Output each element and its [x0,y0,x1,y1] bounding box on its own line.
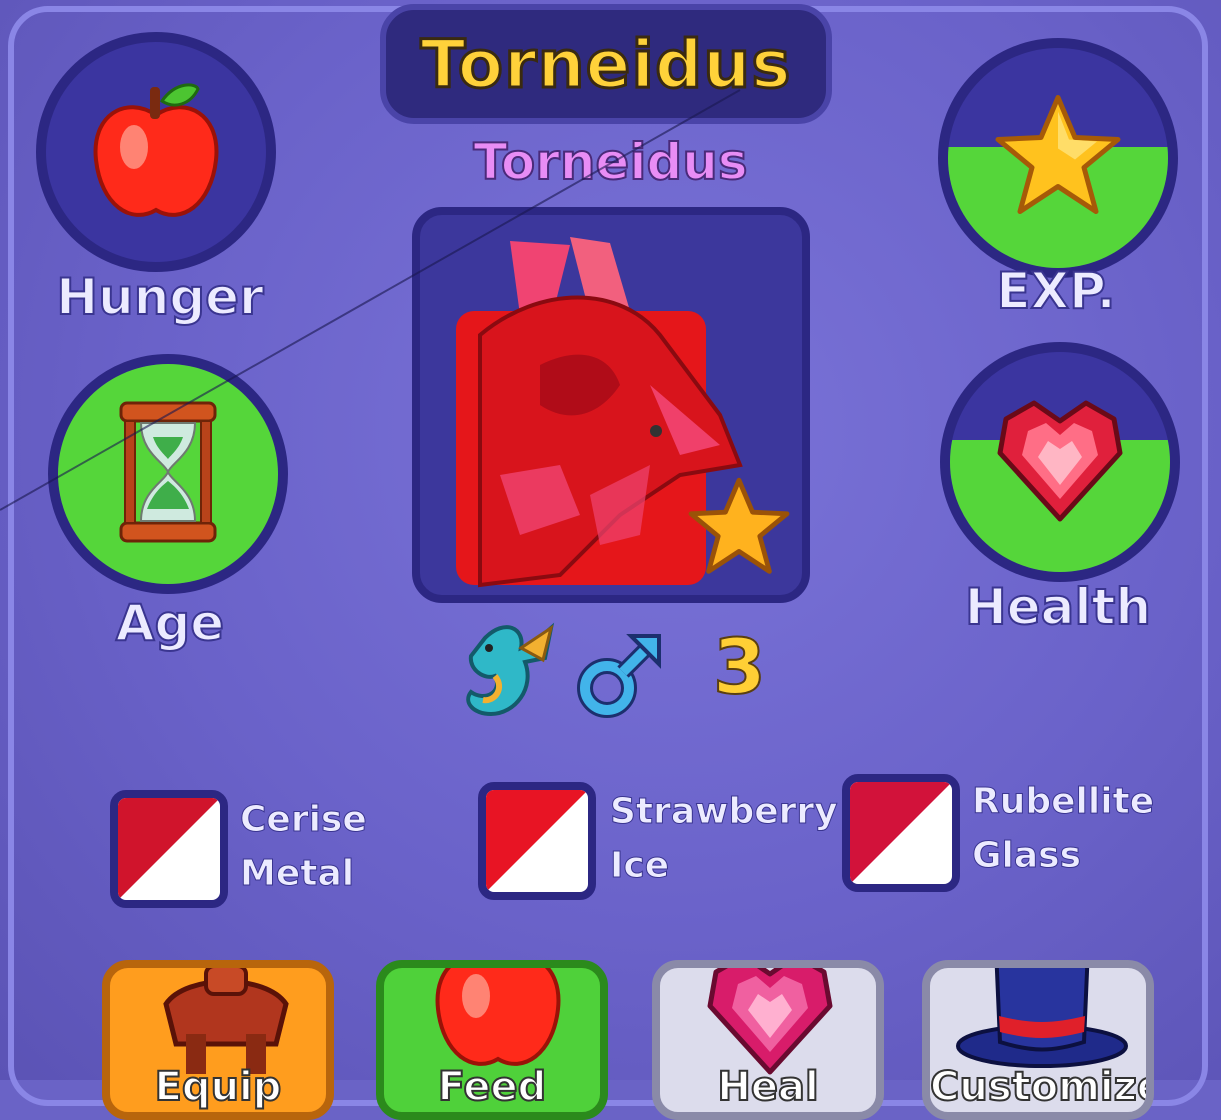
health-meter[interactable] [940,342,1180,582]
dragon-name-title: Torneidus [419,24,792,104]
color-name-line1: Cerise [240,799,368,841]
hunger-meter[interactable] [36,32,276,272]
male-icon [575,630,665,724]
color-name-line2: Glass [971,835,1082,877]
color-swatch [842,774,960,892]
color-name-line2: Metal [239,853,355,895]
feed-label: Feed [437,1063,548,1111]
dragon-portrait[interactable] [412,207,810,603]
exp-label: EXP. [995,261,1116,321]
equip-button[interactable]: Equip [102,960,334,1120]
saddle-icon [156,968,296,1078]
age-label: Age [115,593,225,653]
name-plate: Torneidus [380,4,832,124]
color-swatch [478,782,596,900]
dragon-level: 3 [712,621,767,712]
equip-label: Equip [154,1063,283,1111]
dragon-icon [455,618,555,726]
customize-button[interactable]: Customize [922,960,1154,1120]
apple-icon [86,75,226,229]
heart-gem-icon [990,395,1130,529]
dragon-meta-row: 3 [455,618,785,728]
feed-button[interactable]: Feed [376,960,608,1120]
customize-label: Customize [930,1063,1154,1111]
star-icon [686,477,792,581]
hourglass-icon [113,397,223,551]
color-name-line2: Ice [609,845,670,887]
top-hat-icon [952,968,1132,1072]
hunger-label: Hunger [55,267,264,327]
color-name-line1: Rubellite [971,781,1155,823]
heal-label: Heal [716,1063,819,1111]
health-label: Health [964,577,1152,637]
apple-icon [428,968,568,1078]
exp-meter[interactable] [938,38,1178,278]
age-meter[interactable] [48,354,288,594]
heal-button[interactable]: Heal [652,960,884,1120]
color-name-line1: Strawberry [610,791,839,833]
color-swatch [110,790,228,908]
star-icon [993,94,1123,223]
